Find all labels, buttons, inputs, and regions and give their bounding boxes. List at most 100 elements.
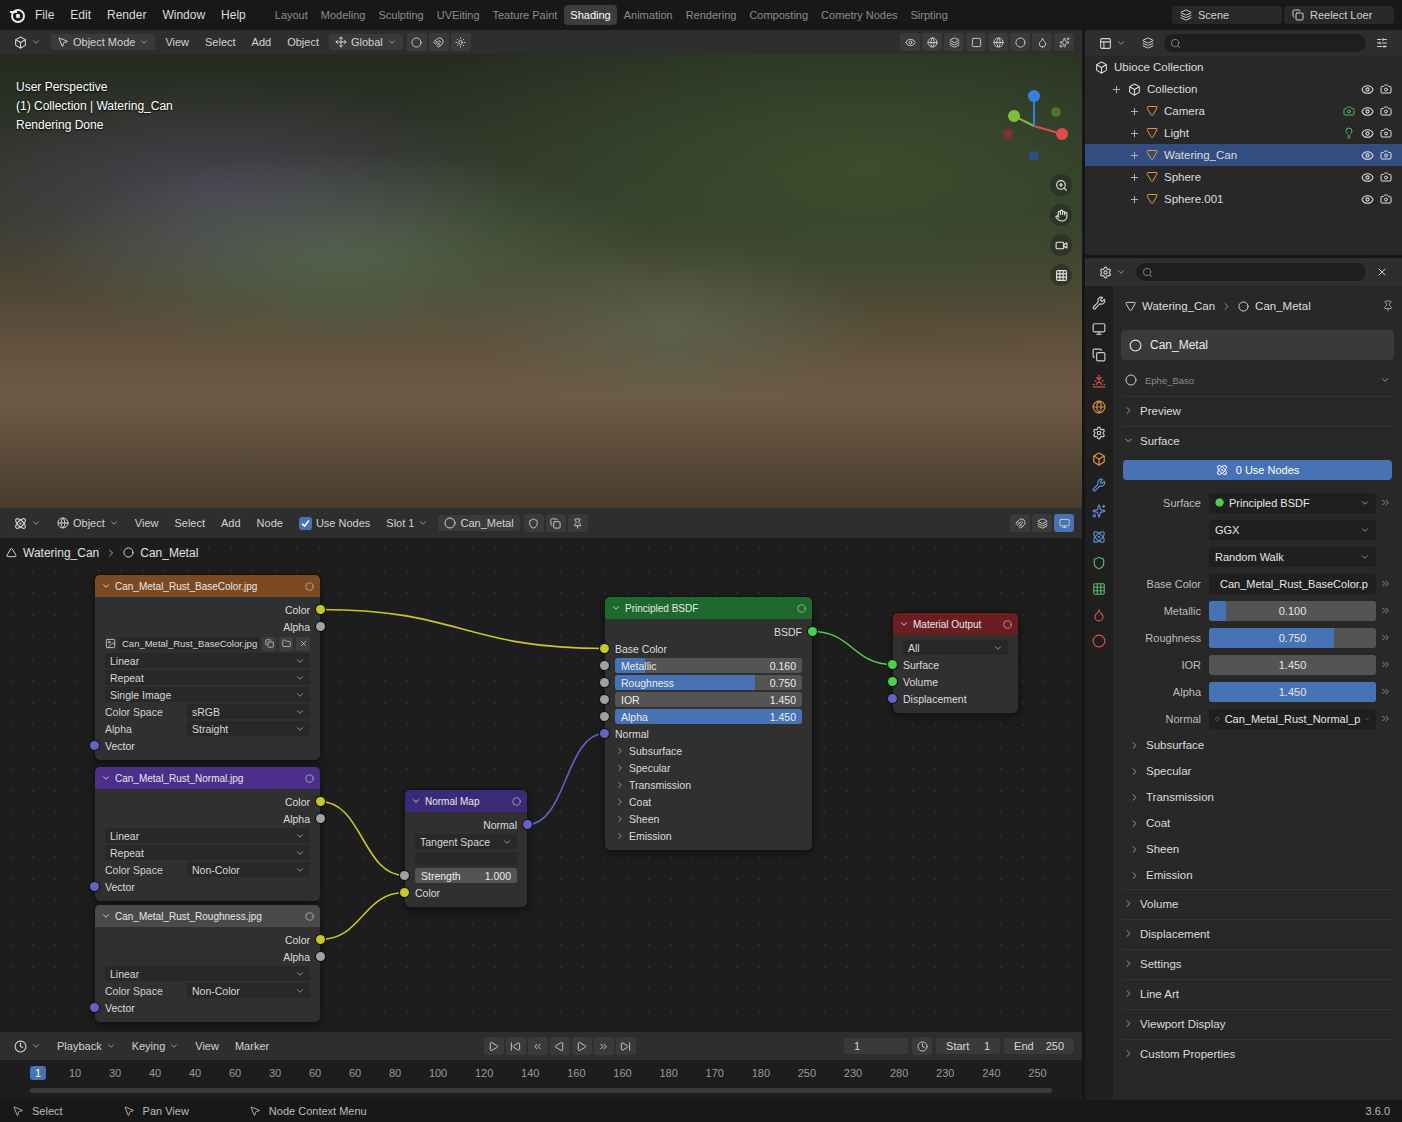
solid-button[interactable] xyxy=(1010,33,1030,51)
shader-node[interactable]: Material OutputAllSurfaceVolumeDisplacem… xyxy=(893,613,1018,713)
value-slider[interactable]: 0.100 xyxy=(1209,601,1376,621)
breadcrumb-item[interactable]: Can_Metal xyxy=(140,546,198,560)
socket-icon[interactable] xyxy=(90,1003,99,1012)
node-link[interactable] xyxy=(320,610,605,649)
node-select[interactable]: Non-Color xyxy=(187,983,310,998)
socket-icon[interactable] xyxy=(888,694,897,703)
editor-type-button[interactable] xyxy=(1093,264,1132,281)
expand-icon[interactable] xyxy=(1129,106,1140,117)
outliner-row[interactable]: Watering_Can xyxy=(1085,144,1402,166)
node-select[interactable]: Linear xyxy=(105,653,310,668)
subpanel-header[interactable]: Coat xyxy=(1121,811,1394,835)
render-visibility-icon[interactable] xyxy=(1380,149,1392,161)
decorator-icon[interactable] xyxy=(1380,605,1391,616)
workspace-tab[interactable]: Sirpting xyxy=(905,5,954,25)
node-select[interactable]: Non-Color xyxy=(187,862,310,877)
node-slider[interactable]: Strength1.000 xyxy=(415,868,517,883)
socket-icon[interactable] xyxy=(400,888,409,897)
socket-icon[interactable] xyxy=(316,622,325,631)
grid-button[interactable] xyxy=(1050,264,1072,286)
property-tab-icon[interactable] xyxy=(1092,400,1106,414)
overlay-button[interactable] xyxy=(1032,514,1052,532)
node-menu[interactable]: Node xyxy=(251,515,289,531)
socket-icon[interactable] xyxy=(888,660,897,669)
workspace-tab[interactable]: UVEiting xyxy=(431,5,486,25)
viewport-menu[interactable]: Add xyxy=(246,34,278,50)
close-button[interactable] xyxy=(1370,264,1394,280)
use-nodes-checkbox[interactable] xyxy=(299,517,312,530)
select-field[interactable]: GGX xyxy=(1209,520,1376,540)
socket-icon[interactable] xyxy=(90,741,99,750)
workspace-tab[interactable]: Modeling xyxy=(315,5,372,25)
panel-header[interactable]: Settings xyxy=(1121,949,1394,977)
shader-node[interactable]: Can_Metal_Rust_Normal.jpgColorAlphaLinea… xyxy=(95,767,320,901)
wireframe-button[interactable] xyxy=(988,33,1008,51)
subpanel-header[interactable]: Emission xyxy=(1121,863,1394,887)
node-panel[interactable]: Coat xyxy=(605,793,812,810)
value-slider[interactable]: 1.450 xyxy=(1209,682,1376,702)
material-selector[interactable]: Can_Metal xyxy=(438,515,519,531)
workspace-tab[interactable]: Teature Paint xyxy=(487,5,564,25)
workspace-tab[interactable]: Rendering xyxy=(680,5,743,25)
node-link[interactable] xyxy=(527,734,605,825)
material-datablock[interactable]: Ephe_Baso xyxy=(1121,366,1394,394)
workspace-tab[interactable]: Composting xyxy=(743,5,814,25)
property-tab-icon[interactable] xyxy=(1092,452,1106,466)
timeline-menu[interactable]: View xyxy=(189,1038,225,1054)
shader-node[interactable]: Can_Metal_Rust_BaseColor.jpgColorAlphaCa… xyxy=(95,575,320,760)
jump-start-button[interactable] xyxy=(506,1037,526,1055)
node-link[interactable] xyxy=(320,802,405,876)
node-select[interactable]: Linear xyxy=(105,828,310,843)
expand-icon[interactable] xyxy=(1111,84,1122,95)
socket-icon[interactable] xyxy=(316,605,325,614)
play-back-button[interactable] xyxy=(550,1037,570,1055)
image-name[interactable]: Can_Metal_Rust_BaseColor.jpg xyxy=(119,637,259,650)
eye-icon[interactable] xyxy=(1361,149,1374,162)
eye-icon[interactable] xyxy=(1361,105,1374,118)
play-reverse-button[interactable] xyxy=(484,1037,504,1055)
socket-icon[interactable] xyxy=(400,871,409,880)
workspace-tab[interactable]: Shading xyxy=(564,5,616,25)
snap-button[interactable] xyxy=(429,33,449,51)
breadcrumb-item[interactable]: Watering_Can xyxy=(1142,300,1215,312)
decorator-icon[interactable] xyxy=(1380,713,1391,724)
shader-node[interactable]: Normal MapNormalTangent SpaceStrength1.0… xyxy=(405,790,527,907)
socket-icon[interactable] xyxy=(600,644,609,653)
slot-selector[interactable]: Slot 1 xyxy=(380,515,434,531)
workspace-tab[interactable]: Cometry Nodes xyxy=(815,5,903,25)
navigation-gizmo-icon[interactable] xyxy=(994,86,1074,166)
subpanel-header[interactable]: Specular xyxy=(1121,759,1394,783)
zoom-button[interactable] xyxy=(1050,174,1072,196)
decorator-icon[interactable] xyxy=(1380,632,1391,643)
overlay-button[interactable] xyxy=(944,33,964,51)
node-panel[interactable]: Subsurface xyxy=(605,742,812,759)
node-link[interactable] xyxy=(320,893,405,940)
viewport-menu[interactable]: Select xyxy=(199,34,242,50)
node-panel[interactable]: Specular xyxy=(605,759,812,776)
value-slider[interactable]: 1.450 xyxy=(1209,655,1376,675)
next-keyframe-button[interactable] xyxy=(594,1037,614,1055)
timeline-scrollbar[interactable] xyxy=(30,1088,1052,1093)
image-open-button[interactable] xyxy=(279,637,293,651)
shader-type-selector[interactable]: Object xyxy=(51,515,125,531)
node-select[interactable]: All xyxy=(903,640,1008,655)
visibility-button[interactable] xyxy=(900,33,920,51)
render-visibility-icon[interactable] xyxy=(1380,127,1392,139)
socket-icon[interactable] xyxy=(600,695,609,704)
node-menu[interactable]: Add xyxy=(215,515,247,531)
expand-icon[interactable] xyxy=(1129,150,1140,161)
node-title[interactable]: Principled BSDF xyxy=(605,597,812,619)
node-canvas[interactable]: Can_Metal_Rust_BaseColor.jpgColorAlphaCa… xyxy=(0,567,1082,1032)
workspace-tab[interactable]: Sculpting xyxy=(372,5,429,25)
xray-button[interactable] xyxy=(966,33,986,51)
outliner-row[interactable]: Sphere.001 xyxy=(1085,188,1402,210)
new-material-button[interactable] xyxy=(546,514,566,532)
filter-button[interactable] xyxy=(1370,35,1394,51)
property-tab-icon[interactable] xyxy=(1092,556,1106,570)
properties-search[interactable] xyxy=(1136,263,1366,281)
subpanel-header[interactable]: Sheen xyxy=(1121,837,1394,861)
panel-header[interactable]: Displacement xyxy=(1121,919,1394,947)
display-mode-button[interactable] xyxy=(1136,35,1160,51)
node-select[interactable]: Repeat xyxy=(105,845,310,860)
uv-map-field[interactable] xyxy=(415,852,517,865)
